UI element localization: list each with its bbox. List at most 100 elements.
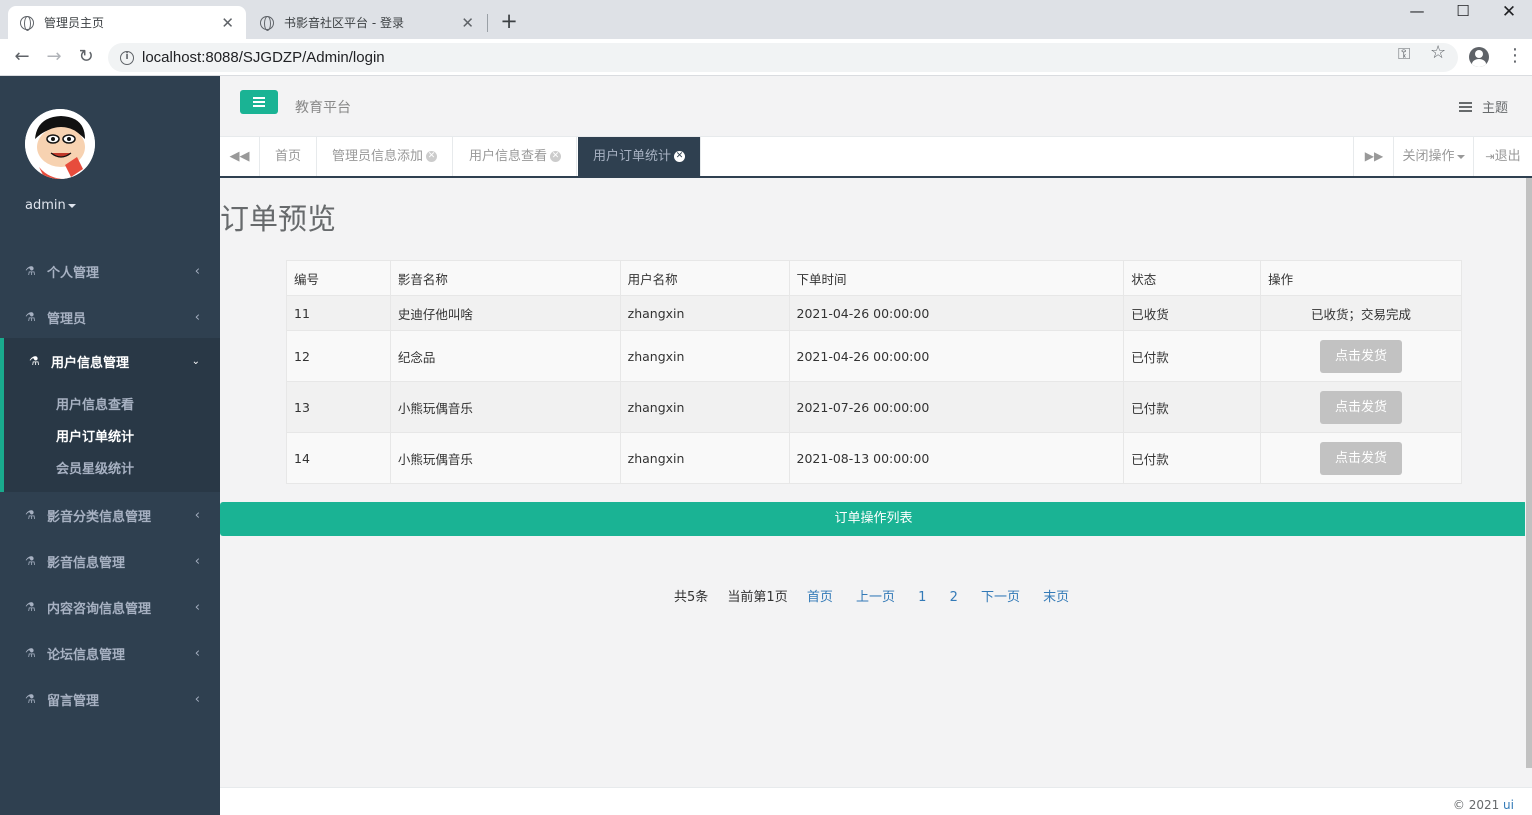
- sidebar-item-label: 留言管理: [47, 693, 100, 709]
- user-name: zhangxin: [619, 295, 790, 331]
- close-circle-icon[interactable]: ✕: [674, 151, 686, 162]
- reload-icon[interactable]: ↻: [75, 46, 97, 68]
- chevron-left-icon: ‹: [194, 691, 200, 707]
- tab-home[interactable]: 首页: [260, 137, 318, 176]
- address-bar[interactable]: i localhost:8088/SJGDZP/Admin/login: [108, 43, 1458, 72]
- pager-first-link[interactable]: 首页: [807, 590, 833, 605]
- new-tab-icon[interactable]: +: [498, 9, 520, 33]
- order-status: 已付款: [1123, 330, 1262, 382]
- sidebar-group-user-info: ⚗ 用户信息管理 ⌄ 用户信息查看 用户订单统计 会员星级统计: [0, 338, 220, 492]
- chevron-left-icon: ‹: [194, 599, 200, 615]
- sidebar-item-label: 内容咨询信息管理: [47, 601, 152, 617]
- chevron-left-icon: ‹: [194, 263, 200, 279]
- sidebar-item-label: 用户信息管理: [51, 355, 130, 371]
- close-tab-icon[interactable]: ✕: [221, 14, 234, 32]
- sidebar-item-user-info[interactable]: ⚗ 用户信息管理 ⌄: [0, 338, 220, 384]
- browser-tab-login[interactable]: 书影音社区平台 - 登录 ✕: [248, 6, 486, 39]
- browser-tab-admin-home[interactable]: 管理员主页 ✕: [8, 6, 246, 39]
- tab-user-orders[interactable]: 用户订单统计 ✕: [578, 137, 702, 176]
- sidebar-item-media-info[interactable]: ⚗ 影音信息管理 ‹: [0, 538, 220, 584]
- theme-button[interactable]: 主题: [1458, 97, 1508, 116]
- menu-toggle-button[interactable]: [240, 90, 278, 114]
- tab-admin-add[interactable]: 管理员信息添加 ✕: [317, 137, 454, 176]
- sidebar-item-messages[interactable]: ⚗ 留言管理 ‹: [0, 676, 220, 722]
- table-row: 11 史迪仔他叫啥 zhangxin 2021-04-26 00:00:00 已…: [286, 295, 1462, 331]
- flask-icon: ⚗: [25, 600, 36, 614]
- top-navbar: 教育平台 主题: [220, 76, 1532, 137]
- maximize-icon[interactable]: ☐: [1440, 2, 1486, 26]
- close-circle-icon[interactable]: ✕: [550, 151, 562, 162]
- tab-label: 用户信息查看: [469, 149, 548, 164]
- sidebar-subitem-user-view[interactable]: 用户信息查看: [56, 394, 134, 413]
- user-menu-toggle[interactable]: admin: [25, 198, 76, 213]
- sidebar-item-personal[interactable]: ⚗ 个人管理 ‹: [0, 248, 220, 294]
- back-icon[interactable]: ←: [11, 46, 33, 68]
- column-header: 影音名称: [389, 260, 621, 296]
- sidebar-item-forum[interactable]: ⚗ 论坛信息管理 ‹: [0, 630, 220, 676]
- sidebar-item-content-consult[interactable]: ⚗ 内容咨询信息管理 ‹: [0, 584, 220, 630]
- footer-brand-link[interactable]: ui: [1503, 798, 1514, 812]
- logout-label: 退出: [1494, 149, 1521, 164]
- browser-tab-title: 书影音社区平台 - 登录: [284, 16, 404, 30]
- hamburger-icon: [253, 101, 265, 103]
- sidebar-item-admins[interactable]: ⚗ 管理员 ‹: [0, 294, 220, 340]
- main-content: 订单预览 编号 影音名称 用户名称 下单时间 状态 操作 11 史迪仔他叫啥 z…: [220, 178, 1525, 787]
- browser-menu-icon[interactable]: ⋮: [1506, 45, 1524, 67]
- tab-label: 首页: [275, 149, 302, 164]
- caret-down-icon: [67, 203, 76, 208]
- sidebar-subitem-user-orders[interactable]: 用户订单统计: [56, 426, 134, 445]
- sidebar-item-media-category[interactable]: ⚗ 影音分类信息管理 ‹: [0, 492, 220, 538]
- browser-toolbar: ← → ↻ i localhost:8088/SJGDZP/Admin/logi…: [0, 39, 1532, 76]
- close-ops-dropdown[interactable]: 关闭操作: [1393, 137, 1473, 176]
- key-icon[interactable]: ⚿: [1398, 44, 1410, 64]
- avatar-cartoon-icon: [25, 109, 95, 179]
- column-header: 状态: [1123, 260, 1262, 296]
- pager-page-2-link[interactable]: 2: [950, 590, 958, 605]
- order-op-cell: 点击发货: [1260, 381, 1462, 433]
- tabs-scroll-right-icon[interactable]: ▶▶: [1353, 137, 1394, 176]
- profile-avatar-icon[interactable]: [1469, 47, 1489, 67]
- tab-user-view[interactable]: 用户信息查看 ✕: [454, 137, 578, 176]
- ship-button[interactable]: 点击发货: [1320, 339, 1403, 373]
- minimize-icon[interactable]: —: [1394, 2, 1440, 26]
- pager-prev-link[interactable]: 上一页: [856, 590, 895, 605]
- footer: © 2021 ui: [220, 787, 1532, 815]
- info-icon[interactable]: i: [120, 50, 134, 65]
- pager-next-link[interactable]: 下一页: [981, 590, 1020, 605]
- sidebar-item-label: 影音分类信息管理: [47, 509, 152, 525]
- orders-table: 编号 影音名称 用户名称 下单时间 状态 操作 11 史迪仔他叫啥 zhangx…: [286, 260, 1462, 484]
- pager-page-1-link[interactable]: 1: [918, 590, 926, 605]
- content-scrollbar[interactable]: [1526, 178, 1532, 768]
- order-time: 2021-04-26 00:00:00: [788, 295, 1125, 331]
- tabs-scroll-left-icon[interactable]: ◀◀: [220, 137, 260, 176]
- user-name: zhangxin: [619, 381, 790, 433]
- close-tab-icon[interactable]: ✕: [461, 14, 474, 32]
- browser-tab-strip: 管理员主页 ✕ 书影音社区平台 - 登录 ✕ + — ☐ ✕: [0, 0, 1532, 39]
- ship-button[interactable]: 点击发货: [1320, 390, 1403, 424]
- pager-last-link[interactable]: 末页: [1043, 590, 1069, 605]
- footer-copyright: © 2021 ui: [1453, 798, 1514, 812]
- column-header: 用户名称: [619, 260, 790, 296]
- media-name: 小熊玩偶音乐: [389, 381, 621, 433]
- sidebar-subitem-member-stars[interactable]: 会员星级统计: [56, 458, 134, 477]
- user-name: zhangxin: [619, 432, 790, 484]
- user-name: zhangxin: [619, 330, 790, 382]
- order-time: 2021-08-13 00:00:00: [788, 432, 1125, 484]
- order-id: 13: [286, 381, 391, 433]
- avatar[interactable]: [25, 109, 95, 179]
- window-close-icon[interactable]: ✕: [1486, 2, 1532, 26]
- logout-button[interactable]: ⇥退出: [1473, 137, 1532, 176]
- tab-divider: [487, 14, 488, 32]
- chevron-left-icon: ‹: [194, 553, 200, 569]
- globe-icon: [260, 15, 274, 31]
- forward-icon[interactable]: →: [43, 46, 65, 68]
- bookmark-star-icon[interactable]: ☆: [1430, 42, 1446, 63]
- content-tabs: ◀◀ 首页 管理员信息添加 ✕ 用户信息查看 ✕ 用户订单统计 ✕ ▶▶ 关闭操作 ⇥…: [220, 137, 1532, 178]
- tab-label: 用户订单统计: [593, 149, 672, 164]
- ship-button[interactable]: 点击发货: [1320, 441, 1403, 475]
- theme-label: 主题: [1481, 101, 1508, 116]
- close-circle-icon[interactable]: ✕: [426, 151, 438, 162]
- column-header: 操作: [1260, 260, 1462, 296]
- order-ops-list-button[interactable]: 订单操作列表: [220, 502, 1525, 536]
- table-row: 12 纪念品 zhangxin 2021-04-26 00:00:00 已付款 …: [286, 330, 1462, 382]
